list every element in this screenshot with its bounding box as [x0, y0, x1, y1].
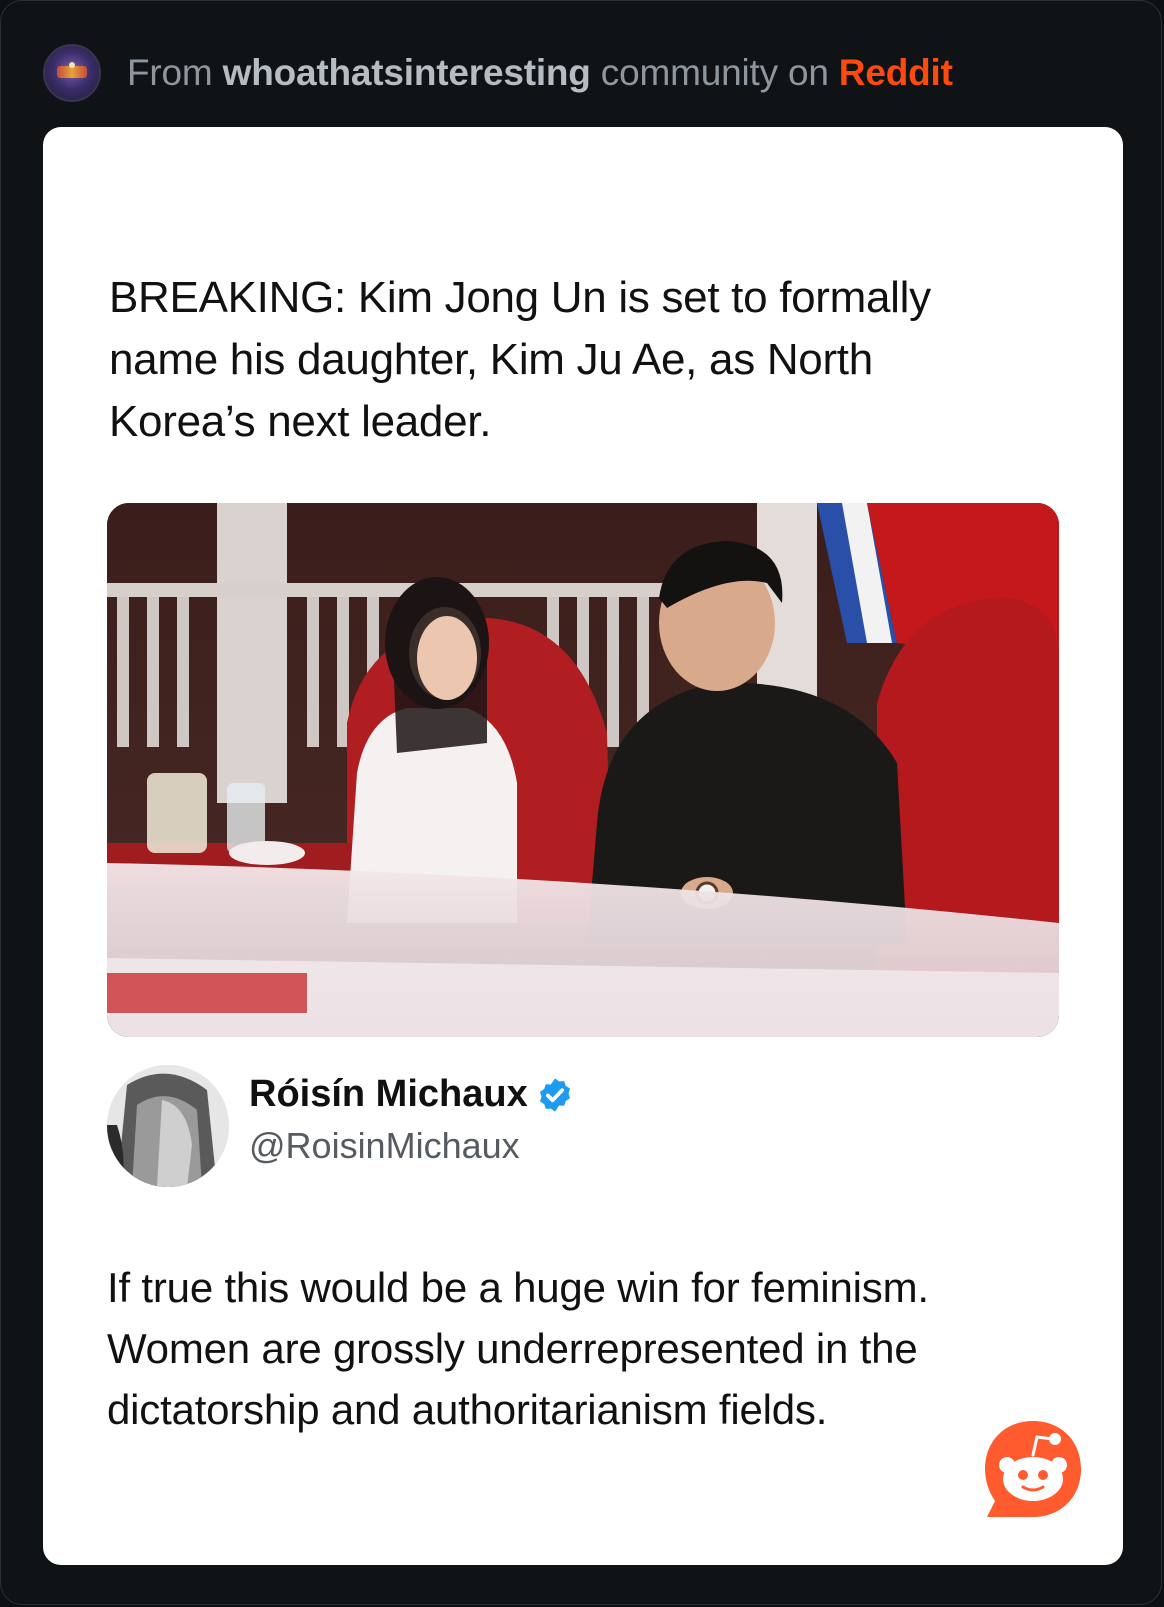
reddit-link[interactable]: Reddit [839, 52, 953, 93]
post-card[interactable]: BREAKING: Kim Jong Un is set to formally… [43, 127, 1123, 1565]
community-name-link[interactable]: whoathatsinteresting [223, 52, 591, 93]
author-avatar[interactable] [107, 1065, 229, 1187]
news-photo-illustration [107, 503, 1059, 1037]
source-line: From whoathatsinteresting community on R… [127, 52, 953, 94]
author-avatar-photo [107, 1065, 229, 1187]
source-middle: community on [590, 52, 839, 93]
embed-header: From whoathatsinteresting community on R… [43, 43, 953, 103]
verified-badge-icon [536, 1076, 574, 1114]
reddit-snoo-icon [981, 1417, 1085, 1521]
author-handle[interactable]: @RoisinMichaux [249, 1125, 520, 1167]
news-photo[interactable] [107, 503, 1059, 1037]
author-name[interactable]: Róisín Michaux [249, 1073, 574, 1116]
community-avatar-icon[interactable] [43, 44, 101, 102]
embed-frame: From whoathatsinteresting community on R… [0, 0, 1162, 1605]
author-name-text: Róisín Michaux [249, 1073, 528, 1115]
tweet-text: If true this would be a huge win for fem… [107, 1264, 929, 1433]
post-headline: BREAKING: Kim Jong Un is set to formally… [109, 273, 931, 446]
source-prefix: From [127, 52, 223, 93]
